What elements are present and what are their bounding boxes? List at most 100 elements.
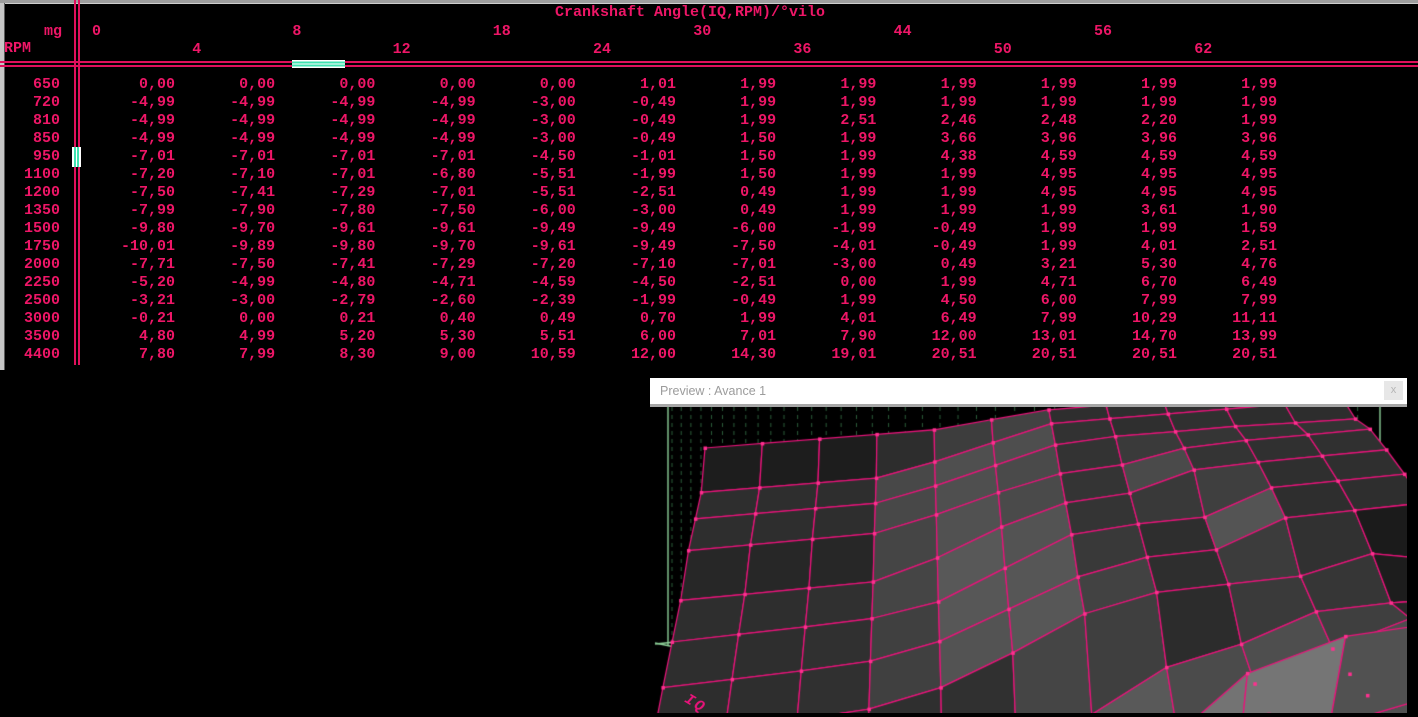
table-cell[interactable]: 4,50 [877,293,977,308]
table-cell[interactable]: -9,89 [175,239,275,254]
table-cell[interactable]: 1,99 [676,311,776,326]
table-cell[interactable]: 1,99 [877,185,977,200]
table-cell[interactable]: -7,50 [376,203,476,218]
table-cell[interactable]: -5,20 [75,275,175,290]
table-cell[interactable]: -9,70 [376,239,476,254]
table-cell[interactable]: -4,80 [275,275,375,290]
table-cell[interactable]: -9,80 [75,221,175,236]
table-cell[interactable]: 1,99 [676,113,776,128]
table-cell[interactable]: -9,49 [576,239,676,254]
table-cell[interactable]: -0,49 [877,221,977,236]
table-cell[interactable]: 19,01 [776,347,876,362]
table-cell[interactable]: 1,99 [676,95,776,110]
row-header-720[interactable]: 720 [0,95,60,110]
table-cell[interactable]: -4,50 [476,149,576,164]
table-cell[interactable]: -7,01 [676,257,776,272]
table-cell[interactable]: 6,00 [977,293,1077,308]
table-cell[interactable]: 1,99 [977,95,1077,110]
table-cell[interactable]: 5,30 [376,329,476,344]
table-cell[interactable]: -0,21 [75,311,175,326]
table-cell[interactable]: 4,59 [1177,149,1277,164]
table-cell[interactable]: 6,49 [1177,275,1277,290]
row-header-2250[interactable]: 2250 [0,275,60,290]
table-cell[interactable]: 5,20 [275,329,375,344]
table-cell[interactable]: 1,99 [877,95,977,110]
table-cell[interactable]: 1,59 [1177,221,1277,236]
table-cell[interactable]: -7,29 [376,257,476,272]
row-header-2500[interactable]: 2500 [0,293,60,308]
table-cell[interactable]: -0,49 [676,293,776,308]
table-cell[interactable]: 1,99 [1077,95,1177,110]
table-cell[interactable]: 2,51 [1177,239,1277,254]
table-cell[interactable]: 0,49 [476,311,576,326]
table-cell[interactable]: -4,99 [175,113,275,128]
table-cell[interactable]: -7,50 [175,257,275,272]
table-cell[interactable]: -2,51 [676,275,776,290]
table-cell[interactable]: -4,99 [376,131,476,146]
row-header-1350[interactable]: 1350 [0,203,60,218]
row-header-4400[interactable]: 4400 [0,347,60,362]
table-cell[interactable]: -4,99 [75,131,175,146]
table-cell[interactable]: 4,01 [1077,239,1177,254]
table-cell[interactable]: -5,51 [476,167,576,182]
table-cell[interactable]: 2,46 [877,113,977,128]
table-cell[interactable]: 1,99 [776,77,876,92]
table-cell[interactable]: 14,30 [676,347,776,362]
table-cell[interactable]: 7,99 [175,347,275,362]
table-cell[interactable]: 3,66 [877,131,977,146]
table-cell[interactable]: 4,95 [1077,185,1177,200]
table-cell[interactable]: -0,49 [576,113,676,128]
table-cell[interactable]: 4,99 [175,329,275,344]
table-cell[interactable]: 11,11 [1177,311,1277,326]
table-cell[interactable]: 1,99 [877,77,977,92]
table-cell[interactable]: 5,30 [1077,257,1177,272]
table-cell[interactable]: 1,99 [877,167,977,182]
table-cell[interactable]: 1,99 [676,77,776,92]
table-cell[interactable]: -4,99 [175,275,275,290]
table-cell[interactable]: 12,00 [576,347,676,362]
table-cell[interactable]: -9,61 [275,221,375,236]
table-cell[interactable]: 2,20 [1077,113,1177,128]
table-cell[interactable]: 5,51 [476,329,576,344]
table-cell[interactable]: 13,01 [977,329,1077,344]
table-cell[interactable]: -7,01 [275,167,375,182]
table-cell[interactable]: -4,99 [275,113,375,128]
table-cell[interactable]: 1,99 [877,275,977,290]
table-cell[interactable]: 4,95 [1077,167,1177,182]
column-header-30[interactable]: 30 [693,24,733,39]
table-cell[interactable]: -7,20 [476,257,576,272]
table-cell[interactable]: 20,51 [877,347,977,362]
table-cell[interactable]: -7,10 [576,257,676,272]
table-cell[interactable]: 0,21 [275,311,375,326]
table-cell[interactable]: 1,50 [676,149,776,164]
table-cell[interactable]: 4,95 [1177,185,1277,200]
table-cell[interactable]: 3,96 [977,131,1077,146]
table-cell[interactable]: 0,00 [776,275,876,290]
table-cell[interactable]: 7,90 [776,329,876,344]
table-cell[interactable]: -7,29 [275,185,375,200]
table-cell[interactable]: 1,99 [776,167,876,182]
surface-plot-canvas[interactable] [650,407,1407,713]
preview-close-button[interactable]: x [1384,381,1403,400]
table-cell[interactable]: -3,00 [476,113,576,128]
table-cell[interactable]: 6,70 [1077,275,1177,290]
table-cell[interactable]: 1,50 [676,131,776,146]
column-header-36[interactable]: 36 [793,42,833,57]
row-header-1100[interactable]: 1100 [0,167,60,182]
table-cell[interactable]: -7,99 [75,203,175,218]
table-cell[interactable]: 0,00 [175,77,275,92]
table-cell[interactable]: 0,49 [676,203,776,218]
row-header-810[interactable]: 810 [0,113,60,128]
table-cell[interactable]: 1,99 [1077,221,1177,236]
table-cell[interactable]: 1,99 [1177,95,1277,110]
column-header-44[interactable]: 44 [894,24,934,39]
table-cell[interactable]: 1,50 [676,167,776,182]
table-cell[interactable]: 6,49 [877,311,977,326]
table-cell[interactable]: -7,20 [75,167,175,182]
column-header-8[interactable]: 8 [292,24,332,39]
table-cell[interactable]: -4,99 [275,95,375,110]
table-cell[interactable]: 4,80 [75,329,175,344]
table-cell[interactable]: -1,01 [576,149,676,164]
table-cell[interactable]: 1,99 [977,221,1077,236]
table-cell[interactable]: -1,99 [576,167,676,182]
